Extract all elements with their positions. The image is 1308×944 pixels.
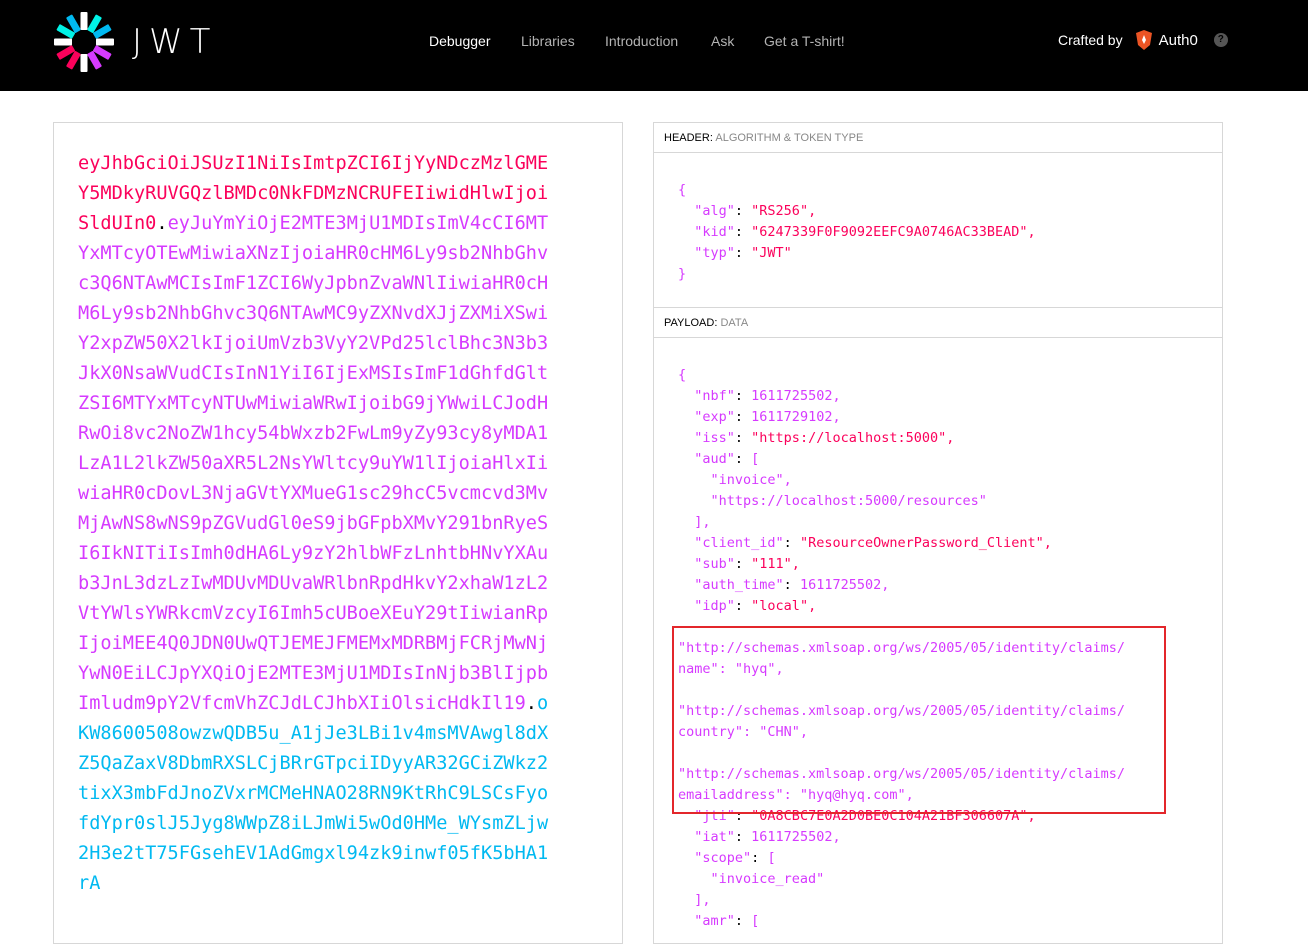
encoded-token-panel[interactable]: eyJhbGciOiJSUzI1NiIsImtpZCI6IjYyNDczMzlG… — [53, 122, 623, 944]
json-line: ], — [694, 514, 711, 530]
json-line: "https://localhost:5000/resources" — [710, 493, 987, 509]
json-line: "scope": [ — [694, 850, 776, 866]
encoded-token[interactable]: eyJhbGciOiJSUzI1NiIsImtpZCI6IjYyNDczMzlG… — [78, 149, 558, 899]
nav-ask[interactable]: Ask — [711, 32, 734, 50]
auth0-link[interactable]: Auth0 — [1133, 29, 1198, 51]
header-section-title: HEADER: ALGORITHM & TOKEN TYPE — [654, 123, 1222, 153]
json-line: "invoice", — [710, 472, 792, 488]
nav-debugger[interactable]: Debugger — [429, 32, 491, 50]
json-line: "aud": [ — [694, 451, 760, 467]
json-line: ], — [694, 892, 711, 908]
token-payload-part: eyJuYmYiOjE2MTE3MjU1MDIsImV4cCI6MTYxMTcy… — [78, 213, 549, 714]
json-line: "typ": "JWT" — [694, 245, 792, 261]
json-line: "kid": "6247339F0F9092EEFC9A0746AC33BEAD… — [694, 224, 1036, 240]
auth0-shield-icon — [1135, 30, 1152, 50]
payload-label: PAYLOAD: — [664, 317, 718, 329]
json-line: "iss": "https://localhost:5000", — [694, 430, 955, 446]
json-line: "idp": "local", — [694, 598, 817, 614]
header-label: HEADER: — [664, 132, 713, 144]
token-signature-part: oKW8600508owzwQDB5u_A1jJe3LBi1v4msMVAwgl… — [78, 693, 549, 894]
json-line: "alg": "RS256", — [694, 203, 817, 219]
auth0-label: Auth0 — [1158, 31, 1198, 49]
nav-libraries[interactable]: Libraries — [521, 32, 575, 50]
json-line: "iat": 1611725502, — [694, 829, 841, 845]
crafted-by-label: Crafted by — [1058, 32, 1123, 48]
decoded-panel: HEADER: ALGORITHM & TOKEN TYPE { "alg": … — [653, 122, 1223, 944]
help-icon[interactable]: ? — [1213, 33, 1228, 47]
json-line: "client_id": "ResourceOwnerPassword_Clie… — [694, 535, 1052, 551]
header-sublabel: ALGORITHM & TOKEN TYPE — [715, 132, 864, 144]
nav-get-tshirt[interactable]: Get a T-shirt! — [764, 32, 845, 50]
json-line: "amr": [ — [694, 913, 760, 929]
brand-name[interactable]: JWT — [132, 22, 217, 62]
json-line: { — [678, 367, 687, 383]
json-line: "sub": "111", — [694, 556, 800, 572]
json-line: "nbf": 1611725502, — [694, 388, 841, 404]
json-line: { — [678, 182, 687, 198]
token-separator: . — [525, 693, 537, 714]
token-separator: . — [156, 213, 168, 234]
crafted-by: Crafted by Auth0 ? — [1058, 29, 1228, 51]
nav-introduction[interactable]: Introduction — [605, 32, 678, 50]
json-line: "invoice_read" — [710, 871, 825, 887]
top-navigation-bar: JWT Debugger Libraries Introduction Ask … — [0, 0, 1308, 91]
payload-section-title: PAYLOAD: DATA — [654, 308, 1222, 338]
highlight-box — [672, 626, 1166, 814]
payload-sublabel: DATA — [720, 317, 749, 329]
header-json-editor[interactable]: { "alg": "RS256", "kid": "6247339F0F9092… — [678, 180, 1036, 285]
json-line: "auth_time": 1611725502, — [694, 577, 890, 593]
json-line: "exp": 1611729102, — [694, 409, 841, 425]
json-line: } — [678, 266, 687, 282]
jwt-logo-icon[interactable] — [53, 11, 115, 73]
